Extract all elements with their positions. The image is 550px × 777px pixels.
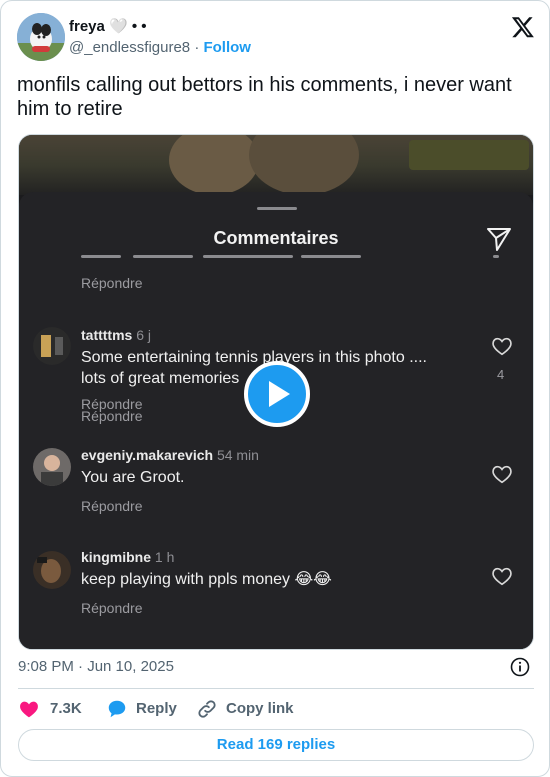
comment-username-row: evgeniy.makarevich 54 min: [81, 447, 259, 463]
comment-text: keep playing with ppls money 😂😂: [81, 571, 332, 588]
like-button[interactable]: 7.3K: [18, 697, 88, 721]
comment-time: 1 h: [154, 549, 175, 565]
send-icon[interactable]: [485, 225, 513, 253]
copy-link-label: Copy link: [226, 700, 294, 717]
read-replies-button[interactable]: Read 169 replies: [18, 729, 534, 761]
sheet-title: Commentaires: [213, 228, 339, 248]
heart-outline-icon[interactable]: [491, 463, 513, 485]
comment-text: lots of great memories: [81, 370, 240, 387]
tweet-timestamp[interactable]: 9:08 PM · Jun 10, 2025: [18, 658, 174, 675]
separator-dot: ·: [194, 39, 200, 56]
commenter-avatar[interactable]: [33, 448, 71, 486]
play-icon: [269, 381, 290, 407]
video-media[interactable]: Commentaires Répondre Répondre tattttms …: [18, 134, 534, 650]
reply-link[interactable]: Répondre: [81, 275, 143, 291]
comment-time: 6 j: [136, 327, 152, 343]
heart-outline-icon[interactable]: [491, 565, 513, 587]
reply-link[interactable]: Répondre: [81, 600, 143, 616]
reply-label: Reply: [136, 700, 177, 717]
divider: [18, 688, 534, 689]
author-handle[interactable]: @_endlessfigure8: [69, 39, 190, 56]
comment-username[interactable]: evgeniy.makarevich: [81, 447, 213, 463]
clipped-comment-text: [81, 255, 501, 265]
x-logo-icon[interactable]: [511, 15, 535, 39]
display-name[interactable]: freya 🤍 • •: [69, 17, 251, 36]
handle-row: @_endlessfigure8 · Follow: [69, 38, 251, 58]
comment-text: You are Groot.: [81, 469, 185, 486]
tweet-text: monfils calling out bettors in his comme…: [17, 74, 512, 120]
video-background: [19, 135, 533, 195]
heart-outline-icon[interactable]: [491, 335, 513, 357]
follow-button[interactable]: Follow: [203, 39, 251, 56]
reply-bubble-icon: [108, 700, 126, 718]
reply-link[interactable]: Répondre: [81, 396, 143, 412]
comment-username[interactable]: tattttms: [81, 327, 132, 343]
reply-link[interactable]: Répondre: [81, 498, 143, 514]
comment-username-row: kingmibne 1 h: [81, 549, 174, 565]
like-count: 7.3K: [50, 700, 82, 717]
tweet-card: freya 🤍 • • @_endlessfigure8 · Follow mo…: [0, 0, 550, 777]
link-icon: [198, 700, 216, 718]
author-names: freya 🤍 • • @_endlessfigure8 · Follow: [69, 17, 251, 58]
comment-username[interactable]: kingmibne: [81, 549, 151, 565]
reply-button[interactable]: Reply: [106, 697, 186, 721]
commenter-avatar[interactable]: [33, 327, 71, 365]
info-icon[interactable]: [510, 657, 530, 677]
avatar[interactable]: [17, 13, 65, 61]
commenter-avatar[interactable]: [33, 551, 71, 589]
comment-like-count: 4: [497, 367, 505, 382]
comment-time: 54 min: [216, 447, 259, 463]
copy-link-button[interactable]: Copy link: [196, 697, 296, 721]
heart-filled-icon: [20, 701, 38, 718]
tweet-header: freya 🤍 • • @_endlessfigure8 · Follow: [17, 13, 535, 63]
sheet-handle[interactable]: [257, 207, 297, 210]
comment-text: Some entertaining tennis players in this…: [81, 349, 427, 366]
play-button[interactable]: [244, 361, 310, 427]
comment-username-row: tattttms 6 j: [81, 327, 151, 343]
